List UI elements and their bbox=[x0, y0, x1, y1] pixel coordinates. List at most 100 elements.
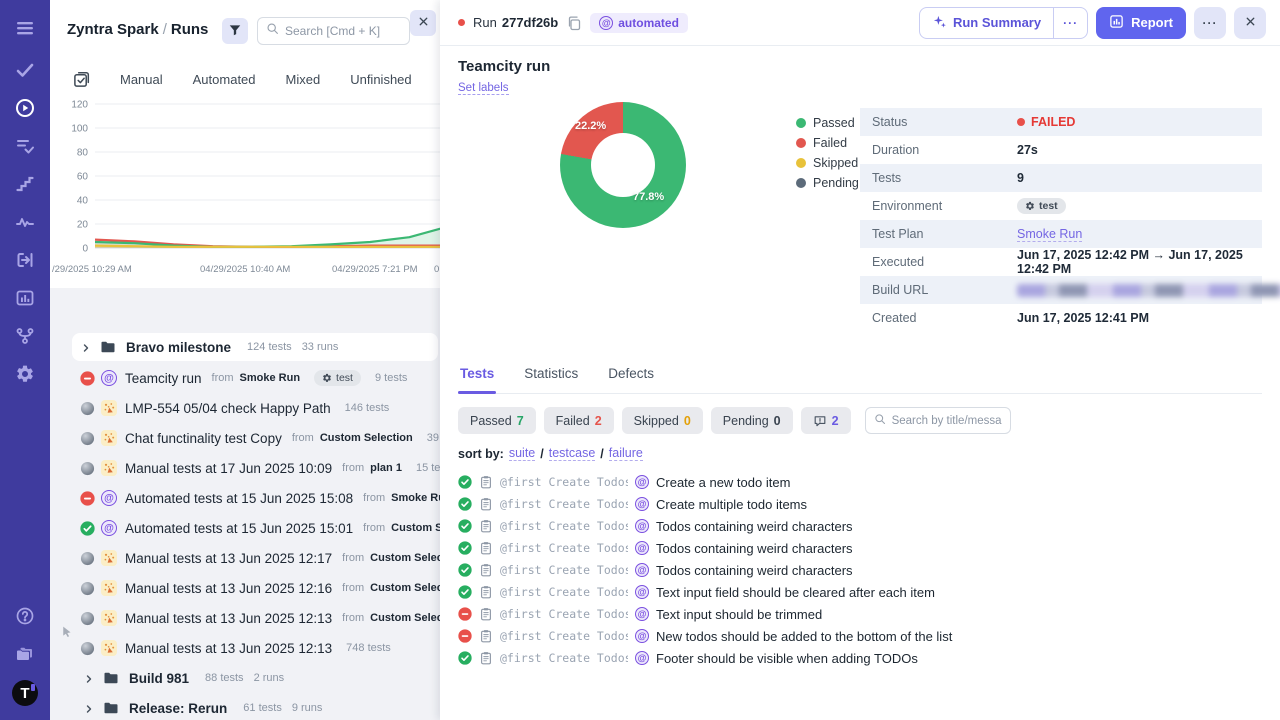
legend-item[interactable]: Failed bbox=[796, 136, 859, 150]
run-list-item[interactable]: LMP-554 05/04 check Happy Path 146 tests bbox=[50, 393, 440, 423]
test-title[interactable]: Create a new todo item bbox=[656, 475, 790, 490]
breadcrumb[interactable]: Zyntra Spark / Runs bbox=[67, 21, 208, 38]
run-list-item[interactable]: @ Automated tests at 15 Jun 2025 15:01 fro… bbox=[50, 513, 440, 543]
legend-item[interactable]: Passed bbox=[796, 116, 859, 130]
folder-row[interactable]: Release: Rerun 61 tests 9 runs bbox=[50, 693, 440, 720]
passed-percent-label: 77.8% bbox=[633, 191, 665, 203]
settings-icon[interactable] bbox=[13, 362, 37, 386]
branch-icon[interactable] bbox=[13, 324, 37, 348]
legend-item[interactable]: Pending bbox=[796, 176, 859, 190]
more-actions-button[interactable]: ··· bbox=[1194, 6, 1226, 39]
test-title[interactable]: Text input field should be cleared after… bbox=[656, 585, 935, 600]
help-icon[interactable] bbox=[13, 604, 37, 628]
detail-tabs: Tests Statistics Defects bbox=[458, 364, 1262, 394]
chevron-right-icon[interactable] bbox=[83, 672, 95, 684]
logo[interactable]: T bbox=[12, 680, 38, 706]
play-circle-icon[interactable] bbox=[13, 96, 37, 120]
import-icon[interactable] bbox=[13, 248, 37, 272]
test-row[interactable]: @first Create Todos... @ Todos containing … bbox=[458, 537, 1262, 559]
test-title[interactable]: Todos containing weird characters bbox=[656, 563, 853, 578]
list-check-icon[interactable] bbox=[13, 134, 37, 158]
test-row[interactable]: @first Create Todos... @ Todos containing … bbox=[458, 559, 1262, 581]
tab-manual[interactable]: Manual bbox=[120, 72, 163, 87]
folder-row[interactable]: Bravo milestone 124 tests 33 runs bbox=[72, 333, 438, 361]
steps-icon[interactable] bbox=[13, 172, 37, 196]
run-list-item[interactable]: Chat functinality test Copy from Custom Se… bbox=[50, 423, 440, 453]
tab-mixed[interactable]: Mixed bbox=[286, 72, 321, 87]
run-source: Smoke Run bbox=[391, 492, 440, 504]
report-button[interactable]: Report bbox=[1096, 6, 1186, 39]
test-search[interactable] bbox=[864, 407, 1011, 434]
run-list-item[interactable]: Manual tests at 13 Jun 2025 12:13 from Cus… bbox=[50, 603, 440, 633]
test-row[interactable]: @first Create Todos... @ Footer should be … bbox=[458, 647, 1262, 669]
breadcrumb-project[interactable]: Zyntra Spark bbox=[67, 21, 159, 38]
copy-icon[interactable] bbox=[566, 15, 582, 31]
filter-label: Skipped bbox=[633, 413, 679, 428]
test-row[interactable]: @first Create Todos... @ New todos should … bbox=[458, 625, 1262, 647]
run-summary-button[interactable]: Run Summary ··· bbox=[918, 6, 1089, 39]
filter-skipped-button[interactable]: Skipped 0 bbox=[621, 407, 703, 434]
sort-testcase-link[interactable]: testcase bbox=[548, 446, 596, 461]
search-input[interactable] bbox=[285, 24, 401, 38]
test-row[interactable]: @first Create Todos... @ Text input should… bbox=[458, 603, 1262, 625]
run-list-item[interactable]: Manual tests at 13 Jun 2025 12:17 from Cus… bbox=[50, 543, 440, 573]
tab-statistics[interactable]: Statistics bbox=[522, 364, 580, 393]
run-list-item[interactable]: Manual tests at 13 Jun 2025 12:13 748 tes… bbox=[50, 633, 440, 663]
legend-dot bbox=[796, 158, 806, 168]
test-title[interactable]: Create multiple todo items bbox=[656, 497, 807, 512]
legend-item[interactable]: Skipped bbox=[796, 156, 859, 170]
sort-failure-link[interactable]: failure bbox=[608, 446, 643, 461]
test-title[interactable]: Footer should be visible when adding TOD… bbox=[656, 651, 918, 666]
run-list-item[interactable]: Manual tests at 13 Jun 2025 12:16 from Cus… bbox=[50, 573, 440, 603]
test-row[interactable]: @first Create Todos... @ Create a new todo… bbox=[458, 471, 1262, 493]
close-detail-button[interactable] bbox=[1234, 6, 1266, 39]
test-title[interactable]: Todos containing weird characters bbox=[656, 541, 853, 556]
run-list-item[interactable]: Manual tests at 17 Jun 2025 10:09 from pla… bbox=[50, 453, 440, 483]
filter-comments-button[interactable]: 2 bbox=[800, 407, 851, 434]
chevron-right-icon[interactable] bbox=[80, 341, 92, 353]
sort-suite-link[interactable]: suite bbox=[508, 446, 536, 461]
run-item-title: Manual tests at 17 Jun 2025 10:09 bbox=[125, 460, 333, 476]
folder-row[interactable]: Build 981 88 tests 2 runs bbox=[50, 663, 440, 693]
projects-icon[interactable] bbox=[13, 642, 37, 666]
tab-unfinished[interactable]: Unfinished bbox=[350, 72, 411, 87]
filter-pending-button[interactable]: Pending 0 bbox=[710, 407, 793, 434]
test-suite-path: @first Create Todos... bbox=[500, 563, 628, 577]
bar-chart-icon[interactable] bbox=[13, 286, 37, 310]
clipboard-icon bbox=[479, 629, 493, 643]
runs-search[interactable] bbox=[257, 17, 410, 45]
check-icon[interactable] bbox=[13, 58, 37, 82]
tab-automated[interactable]: Automated bbox=[193, 72, 256, 87]
select-all-icon[interactable] bbox=[73, 71, 90, 88]
svg-text:40: 40 bbox=[77, 196, 89, 207]
x-tick-label: 04/29/2025 10:40 AM bbox=[200, 264, 291, 275]
test-status-passed-icon bbox=[458, 497, 472, 511]
test-row[interactable]: @first Create Todos... @ Create multiple t… bbox=[458, 493, 1262, 515]
test-title[interactable]: New todos should be added to the bottom … bbox=[656, 629, 952, 644]
filter-passed-button[interactable]: Passed 7 bbox=[458, 407, 536, 434]
clipboard-icon bbox=[479, 585, 493, 599]
run-summary-more-icon[interactable]: ··· bbox=[1053, 7, 1087, 38]
filter-button[interactable] bbox=[222, 18, 248, 44]
panel-close-button[interactable] bbox=[410, 10, 436, 36]
info-label: Build URL bbox=[872, 283, 929, 297]
run-list-item[interactable]: @ Automated tests at 15 Jun 2025 15:08 fro… bbox=[50, 483, 440, 513]
info-label: Test Plan bbox=[872, 227, 924, 241]
set-labels-link[interactable]: Set labels bbox=[458, 82, 509, 95]
test-title[interactable]: Text input should be trimmed bbox=[656, 607, 822, 622]
menu-icon[interactable] bbox=[13, 16, 37, 40]
activity-icon[interactable] bbox=[13, 210, 37, 234]
run-item-title: Manual tests at 13 Jun 2025 12:13 bbox=[125, 640, 333, 656]
info-row-build-url: Build URL bbox=[860, 276, 1280, 304]
filter-failed-button[interactable]: Failed 2 bbox=[543, 407, 614, 434]
blurred-build-url[interactable] bbox=[1017, 283, 1280, 297]
run-list-item[interactable]: @ Teamcity run from Smoke Run test 9 tests bbox=[50, 363, 440, 393]
tab-defects[interactable]: Defects bbox=[606, 364, 656, 393]
test-plan-link[interactable]: Smoke Run bbox=[1017, 227, 1083, 242]
test-title[interactable]: Todos containing weird characters bbox=[656, 519, 853, 534]
tab-tests[interactable]: Tests bbox=[458, 364, 497, 394]
chevron-right-icon[interactable] bbox=[83, 702, 95, 714]
test-row[interactable]: @first Create Todos... @ Text input field … bbox=[458, 581, 1262, 603]
test-row[interactable]: @first Create Todos... @ Todos containing … bbox=[458, 515, 1262, 537]
test-search-input[interactable] bbox=[891, 414, 1002, 427]
